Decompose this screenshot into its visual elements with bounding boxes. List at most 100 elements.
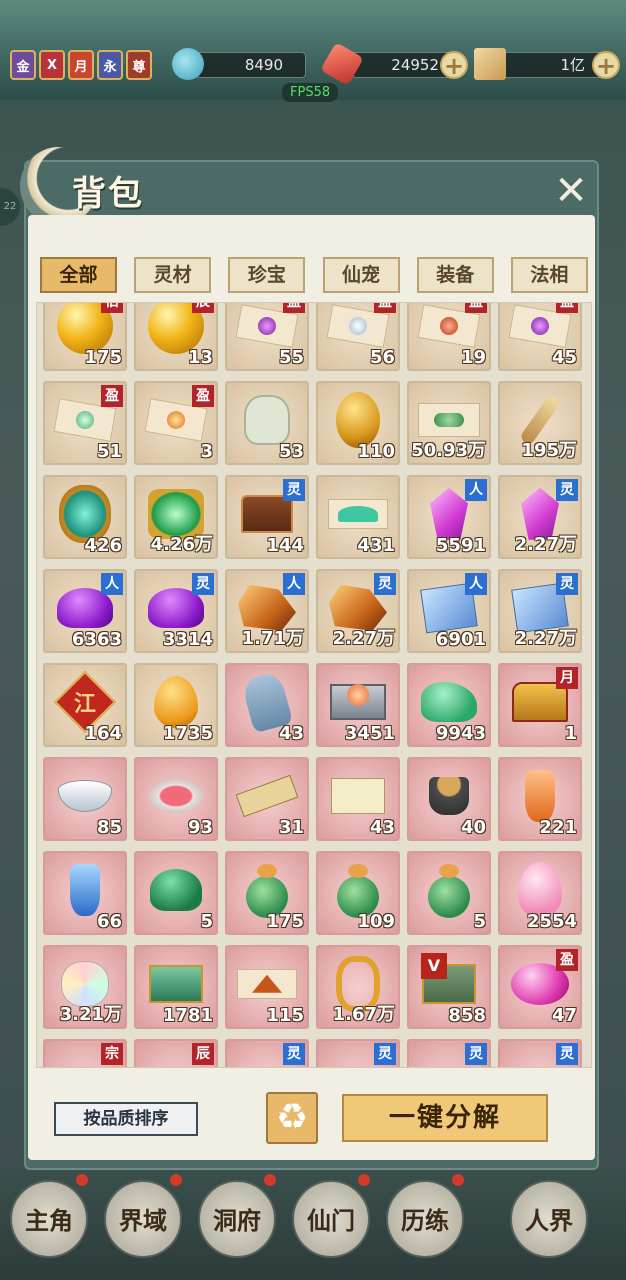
inventory-slot[interactable]: 人 1.71万 (225, 569, 309, 653)
fps-counter: FPS58 (282, 83, 339, 102)
inventory-slot[interactable]: 9943 (407, 663, 491, 747)
quality-tag: 盈 (192, 385, 214, 407)
inventory-slot[interactable]: 3.21万 (43, 945, 127, 1029)
inventory-slot[interactable]: 3451 (316, 663, 400, 747)
item-count: 3 (200, 441, 213, 462)
inventory-slot[interactable]: 31 (225, 757, 309, 841)
nav-button-4[interactable]: 历练 (386, 1180, 464, 1258)
vip-badge[interactable]: 月 (68, 50, 94, 80)
close-button[interactable]: ✕ (552, 171, 590, 211)
item-count: 1 (564, 723, 577, 744)
item-count: 2.27万 (514, 628, 577, 649)
inventory-slot[interactable]: 盈 19 (407, 303, 491, 371)
inventory-slot[interactable]: 盈 55 (225, 303, 309, 371)
item-count: 43 (278, 723, 304, 744)
inventory-slot[interactable]: 5 (407, 851, 491, 935)
inventory-slot[interactable]: 195万 (498, 381, 582, 465)
quality-tag: 人 (101, 573, 123, 595)
add-scroll-button[interactable]: + (592, 51, 620, 79)
item-count: 85 (96, 817, 122, 838)
inventory-slot[interactable]: 灵 2.27万 (498, 475, 582, 559)
item-count: 115 (266, 1005, 304, 1026)
inventory-slot[interactable]: 盈 47 (498, 945, 582, 1029)
tab-1[interactable]: 灵材 (134, 257, 212, 293)
inventory-slot[interactable]: 85 (43, 757, 127, 841)
inventory-slot[interactable]: 115 (225, 945, 309, 1029)
inventory-slot[interactable]: 灵 (498, 1039, 582, 1067)
inventory-slot[interactable]: 66 (43, 851, 127, 935)
vip-badge[interactable]: X (39, 50, 65, 80)
nav-button-3[interactable]: 仙门 (292, 1180, 370, 1258)
inventory-slot[interactable]: 40 (407, 757, 491, 841)
inventory-slot[interactable]: 1.67万 (316, 945, 400, 1029)
inventory-slot[interactable]: 宗 (43, 1039, 127, 1067)
inventory-slot[interactable]: 灵 (407, 1039, 491, 1067)
vip-badge[interactable]: 永 (97, 50, 123, 80)
inventory-slot[interactable]: 人 5591 (407, 475, 491, 559)
inventory-slot[interactable]: 江 164 (43, 663, 127, 747)
inventory-slot[interactable]: 辰 13 (134, 303, 218, 371)
item-grid: 佰 175 辰 13 盈 55 盈 56 盈 19 盈 45 盈 51 盈 3 53 110 50.93万 195万 4… (43, 303, 582, 1067)
recycle-icon: ♻ (275, 1097, 309, 1138)
inventory-slot[interactable]: 盈 45 (498, 303, 582, 371)
notification-dot-icon (452, 1174, 464, 1186)
inventory-slot[interactable]: 221 (498, 757, 582, 841)
add-red-crystal-button[interactable]: + (440, 51, 468, 79)
inventory-slot[interactable]: V 858 (407, 945, 491, 1029)
item-count: 2.27万 (514, 534, 577, 555)
nav-button-5[interactable]: 人界 (510, 1180, 588, 1258)
inventory-slot[interactable]: 人 6363 (43, 569, 127, 653)
inventory-slot[interactable]: 辰 (134, 1039, 218, 1067)
inventory-slot[interactable]: 灵 2.27万 (316, 569, 400, 653)
item-grid-scroll[interactable]: 佰 175 辰 13 盈 55 盈 56 盈 19 盈 45 盈 51 盈 3 53 110 50.93万 195万 4… (36, 302, 592, 1068)
tab-3[interactable]: 仙宠 (322, 257, 400, 293)
inventory-slot[interactable]: 人 6901 (407, 569, 491, 653)
item-count: 175 (266, 911, 304, 932)
quality-tag: 灵 (374, 1043, 396, 1065)
inventory-slot[interactable]: 53 (225, 381, 309, 465)
item-count: 4.26万 (150, 534, 213, 555)
tab-5[interactable]: 法相 (510, 257, 588, 293)
inventory-slot[interactable]: 盈3 (134, 381, 218, 465)
recycle-button[interactable]: ♻ (266, 1092, 318, 1144)
inventory-slot[interactable]: 灵 3314 (134, 569, 218, 653)
inventory-slot[interactable]: 175 (225, 851, 309, 935)
item-count: 6901 (435, 629, 486, 650)
inventory-slot[interactable]: 5 (134, 851, 218, 935)
nav-button-1[interactable]: 界域 (104, 1180, 182, 1258)
item-count: 1.71万 (241, 628, 304, 649)
inventory-slot[interactable]: 43 (316, 757, 400, 841)
nav-button-2[interactable]: 洞府 (198, 1180, 276, 1258)
inventory-slot[interactable]: 灵 (316, 1039, 400, 1067)
inventory-slot[interactable]: 110 (316, 381, 400, 465)
sort-by-quality-button[interactable]: 按品质排序 (54, 1102, 198, 1136)
side-tab[interactable]: 22 (0, 188, 20, 226)
inventory-slot[interactable]: 盈 51 (43, 381, 127, 465)
inventory-slot[interactable]: 50.93万 (407, 381, 491, 465)
inventory-slot[interactable]: 灵 144 (225, 475, 309, 559)
tab-4[interactable]: 装备 (416, 257, 494, 293)
quality-tag: 佰 (101, 303, 123, 313)
inventory-slot[interactable]: 1781 (134, 945, 218, 1029)
inventory-slot[interactable]: 109 (316, 851, 400, 935)
inventory-slot[interactable]: 43 (225, 663, 309, 747)
inventory-slot[interactable]: 月1 (498, 663, 582, 747)
inventory-slot[interactable]: 盈 56 (316, 303, 400, 371)
tab-2[interactable]: 珍宝 (228, 257, 306, 293)
inventory-slot[interactable]: 2554 (498, 851, 582, 935)
inventory-slot[interactable]: 1735 (134, 663, 218, 747)
vip-badge[interactable]: 尊 (126, 50, 152, 80)
inventory-slot[interactable]: 4.26万 (134, 475, 218, 559)
inventory-slot[interactable]: 426 (43, 475, 127, 559)
inventory-slot[interactable]: 灵 2.27万 (498, 569, 582, 653)
inventory-slot[interactable]: 佰 175 (43, 303, 127, 371)
one-click-decompose-button[interactable]: 一键分解 (342, 1094, 548, 1142)
nav-button-0[interactable]: 主角 (10, 1180, 88, 1258)
vip-badge[interactable]: 金 (10, 50, 36, 80)
tab-0[interactable]: 全部 (40, 257, 117, 293)
inventory-slot[interactable]: 431 (316, 475, 400, 559)
quality-tag: 盈 (465, 303, 487, 313)
quality-tag: 人 (465, 573, 487, 595)
inventory-slot[interactable]: 93 (134, 757, 218, 841)
inventory-slot[interactable]: 灵 (225, 1039, 309, 1067)
